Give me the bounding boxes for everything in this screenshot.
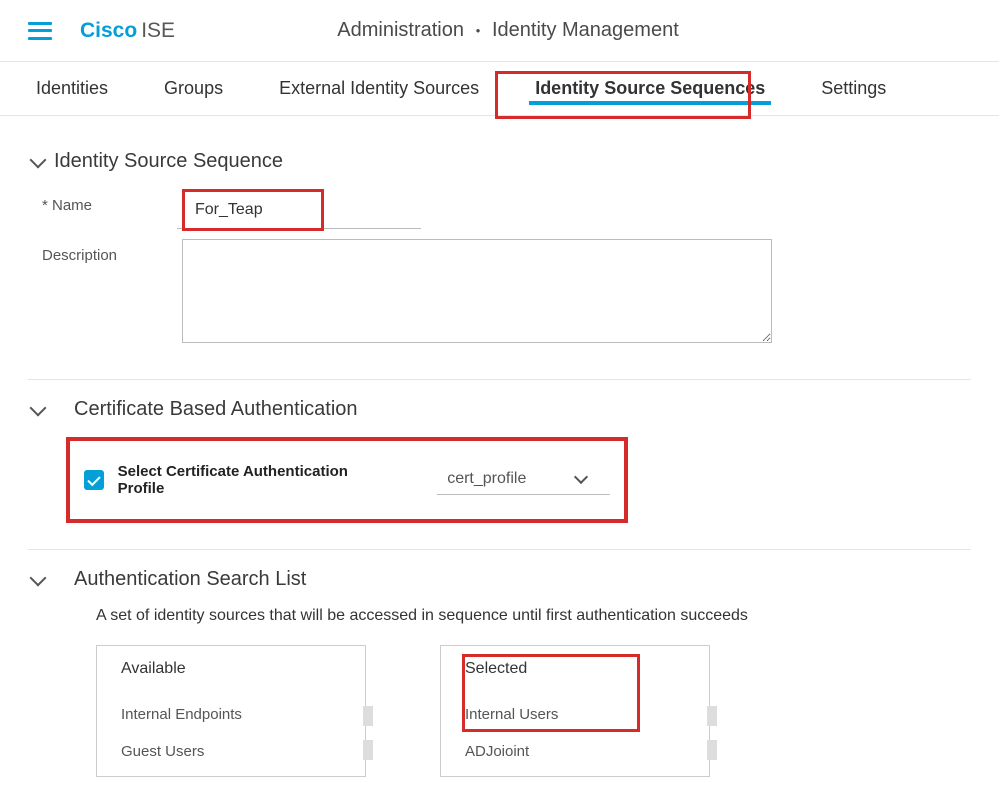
search-description: A set of identity sources that will be a…	[96, 607, 971, 625]
crumb-identity-management: Identity Management	[492, 19, 679, 41]
app-header: Cisco ISE Administration ● Identity Mana…	[0, 0, 999, 62]
tab-label: Identities	[36, 78, 108, 99]
brand-ise: ISE	[141, 19, 175, 43]
cert-profile-select[interactable]: cert_profile	[437, 466, 610, 495]
cert-profile-row: Select Certificate Authentication Profil…	[70, 441, 624, 519]
content-area: Identity Source Sequence * Name Descript…	[0, 116, 999, 785]
scrollbar-thumb[interactable]	[363, 740, 373, 760]
section-auth-search-list: Authentication Search List A set of iden…	[28, 550, 971, 785]
section-cert-based-auth: Certificate Based Authentication Select …	[28, 380, 971, 550]
scrollbar-thumb[interactable]	[707, 706, 717, 726]
section-toggle-idseq[interactable]: Identity Source Sequence	[28, 150, 971, 173]
name-input[interactable]	[185, 192, 321, 228]
section-title: Certificate Based Authentication	[74, 398, 358, 421]
row-description: Description	[28, 239, 971, 343]
tab-bar: Identities Groups External Identity Sour…	[0, 62, 999, 116]
brand-cisco: Cisco	[80, 19, 137, 43]
hamburger-menu-icon[interactable]	[28, 22, 52, 40]
scrollbar-thumb[interactable]	[707, 740, 717, 760]
tab-identity-source-sequences[interactable]: Identity Source Sequences	[511, 62, 789, 115]
section-toggle-cert[interactable]: Certificate Based Authentication	[28, 398, 971, 421]
annotation-highlight-box: Select Certificate Authentication Profil…	[66, 437, 628, 523]
list-item[interactable]: Internal Users	[465, 696, 685, 733]
tab-label: Identity Source Sequences	[535, 78, 765, 99]
tab-label: Settings	[821, 78, 886, 99]
tab-label: External Identity Sources	[279, 78, 479, 99]
lists-container: Available Internal Endpoints Guest Users…	[96, 645, 971, 777]
tab-external-identity-sources[interactable]: External Identity Sources	[255, 62, 503, 115]
tab-settings[interactable]: Settings	[797, 62, 910, 115]
chevron-down-icon	[30, 569, 47, 586]
selected-title: Selected	[465, 660, 685, 678]
label-description: Description	[28, 239, 182, 264]
tab-label: Groups	[164, 78, 223, 99]
chevron-down-icon	[574, 469, 588, 483]
scrollbar-thumb[interactable]	[363, 706, 373, 726]
description-textarea[interactable]	[182, 239, 772, 343]
chevron-down-icon	[30, 399, 47, 416]
breadcrumb-separator-icon: ●	[476, 26, 481, 35]
section-title: Authentication Search List	[74, 568, 306, 591]
label-name: * Name	[28, 189, 182, 214]
cert-profile-checkbox[interactable]	[84, 470, 104, 490]
page-breadcrumb: Administration ● Identity Management	[175, 19, 841, 42]
section-title: Identity Source Sequence	[54, 150, 283, 173]
crumb-administration: Administration	[337, 19, 464, 41]
tab-groups[interactable]: Groups	[140, 62, 247, 115]
row-name: * Name	[28, 189, 971, 229]
cert-profile-label: Select Certificate Authentication Profil…	[118, 463, 394, 497]
available-listbox[interactable]: Available Internal Endpoints Guest Users	[96, 645, 366, 777]
list-item[interactable]: Guest Users	[121, 733, 341, 770]
annotation-highlight-box	[182, 189, 324, 231]
available-title: Available	[121, 660, 341, 678]
list-item[interactable]: ADJoioint	[465, 733, 685, 770]
list-item[interactable]: Internal Endpoints	[121, 696, 341, 733]
section-toggle-search[interactable]: Authentication Search List	[28, 568, 971, 591]
chevron-down-icon	[30, 151, 47, 168]
selected-listbox[interactable]: Selected Internal Users ADJoioint	[440, 645, 710, 777]
tab-identities[interactable]: Identities	[12, 62, 132, 115]
section-identity-source-sequence: Identity Source Sequence * Name Descript…	[28, 132, 971, 380]
select-value: cert_profile	[447, 470, 526, 488]
